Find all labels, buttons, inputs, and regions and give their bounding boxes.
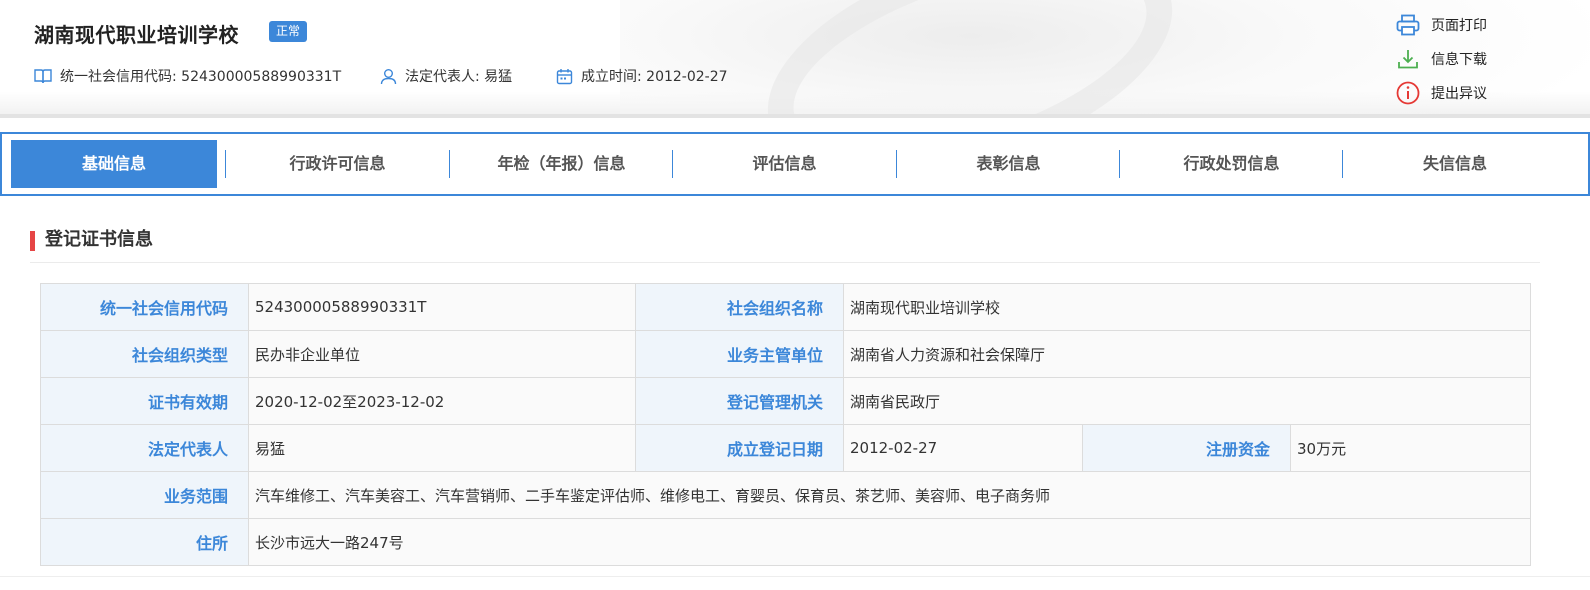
meta-credit-code-text: 统一社会信用代码: 52430000588990331T [60, 69, 342, 85]
credit-code-value: 52430000588990331T [248, 283, 636, 331]
validity-label: 证书有效期 [40, 377, 249, 425]
side-actions: 页面打印 信息下载 提出异议 [1395, 8, 1575, 110]
reg-date-label: 成立登记日期 [635, 424, 844, 472]
scope-label: 业务范围 [40, 471, 249, 519]
tab-evaluation[interactable]: 评估信息 [673, 140, 896, 188]
registrar-label: 登记管理机关 [635, 377, 844, 425]
download-info-label: 信息下载 [1431, 52, 1487, 68]
download-info-button[interactable]: 信息下载 [1395, 42, 1575, 76]
org-title: 湖南现代职业培训学校 [34, 23, 239, 47]
meta-founded-text: 成立时间: 2012-02-27 [581, 69, 728, 85]
authority-value: 湖南省人力资源和社会保障厅 [842, 330, 1532, 378]
calendar-icon [556, 68, 573, 84]
info-tabs: 基础信息 行政许可信息 年检（年报）信息 评估信息 表彰信息 行政处罚信息 失信… [0, 132, 1590, 196]
tab-dishonesty[interactable]: 失信信息 [1343, 140, 1567, 188]
bottom-divider [0, 576, 1590, 577]
meta-legal-rep-text: 法定代表人: 易猛 [405, 69, 513, 85]
address-value: 长沙市远大一路247号 [247, 518, 1532, 566]
print-page-label: 页面打印 [1431, 18, 1487, 34]
book-icon [34, 69, 52, 84]
tab-annual-inspection[interactable]: 年检（年报）信息 [450, 140, 673, 188]
print-page-button[interactable]: 页面打印 [1395, 8, 1575, 42]
org-type-value: 民办非企业单位 [248, 330, 636, 378]
tab-admin-license[interactable]: 行政许可信息 [226, 140, 449, 188]
printer-icon [1395, 12, 1421, 38]
registration-info-table: 统一社会信用代码 52430000588990331T 社会组织名称 湖南现代职… [40, 283, 1532, 566]
tab-commendation[interactable]: 表彰信息 [897, 140, 1120, 188]
credit-code-label: 统一社会信用代码 [40, 283, 249, 331]
legal-rep-value: 易猛 [248, 424, 636, 472]
raise-objection-label: 提出异议 [1431, 86, 1487, 102]
section-title: 登记证书信息 [30, 228, 153, 252]
tab-admin-penalty[interactable]: 行政处罚信息 [1120, 140, 1343, 188]
address-label: 住所 [40, 518, 249, 566]
legal-rep-label: 法定代表人 [40, 424, 249, 472]
meta-credit-code: 统一社会信用代码: 52430000588990331T [34, 66, 341, 86]
table-row: 统一社会信用代码 52430000588990331T 社会组织名称 湖南现代职… [40, 283, 1532, 331]
validity-value: 2020-12-02至2023-12-02 [248, 377, 636, 425]
table-row: 社会组织类型 民办非企业单位 业务主管单位 湖南省人力资源和社会保障厅 [40, 330, 1532, 378]
org-type-label: 社会组织类型 [40, 330, 249, 378]
org-name-value: 湖南现代职业培训学校 [842, 283, 1532, 331]
download-icon [1395, 46, 1421, 72]
reg-date-value: 2012-02-27 [843, 424, 1083, 472]
table-row: 业务范围 汽车维修工、汽车美容工、汽车营销师、二手车鉴定评估师、维修电工、育婴员… [40, 471, 1532, 519]
meta-legal-rep: 法定代表人: 易猛 [380, 66, 512, 86]
section-divider [30, 262, 1540, 263]
raise-objection-button[interactable]: 提出异议 [1395, 76, 1575, 110]
user-icon [380, 68, 397, 84]
table-row: 法定代表人 易猛 成立登记日期 2012-02-27 注册资金 30万元 [40, 424, 1532, 472]
registrar-value: 湖南省民政厅 [842, 377, 1532, 425]
authority-label: 业务主管单位 [635, 330, 844, 378]
table-row: 住所 长沙市远大一路247号 [40, 518, 1532, 566]
table-row: 证书有效期 2020-12-02至2023-12-02 登记管理机关 湖南省民政… [40, 377, 1532, 425]
scope-value: 汽车维修工、汽车美容工、汽车营销师、二手车鉴定评估师、维修电工、育婴员、保育员、… [247, 471, 1532, 519]
org-name-label: 社会组织名称 [635, 283, 844, 331]
status-badge: 正常 [269, 21, 308, 42]
info-circle-icon [1395, 80, 1421, 106]
tab-basic-info[interactable]: 基础信息 [11, 140, 217, 188]
capital-label: 注册资金 [1082, 424, 1291, 472]
meta-founded: 成立时间: 2012-02-27 [556, 66, 728, 86]
org-header: 湖南现代职业培训学校 正常 统一社会信用代码: 5243000058899033… [0, 0, 1590, 118]
capital-value: 30万元 [1289, 424, 1532, 472]
